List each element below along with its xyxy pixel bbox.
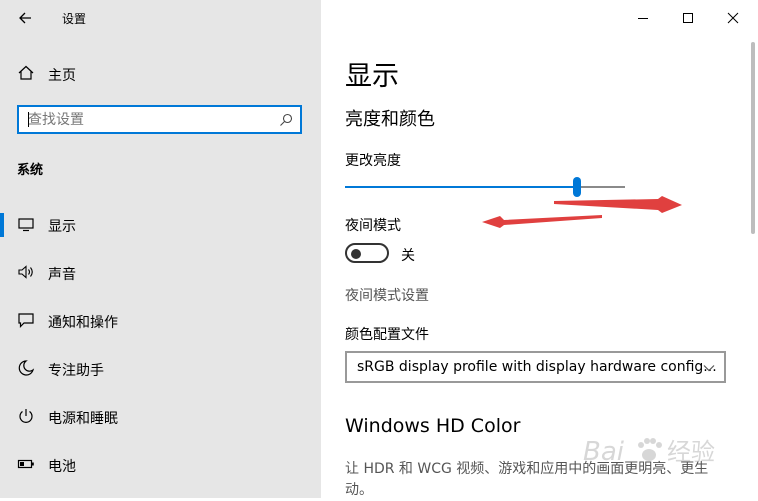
slider-fill: [345, 186, 577, 188]
sidebar: 设置 主页 系统 显示 声音 通知和操作: [0, 0, 321, 498]
slider-track: [577, 186, 625, 188]
night-mode-label: 夜间模式: [345, 218, 401, 234]
watermark-suffix: 经验: [667, 438, 715, 466]
section-title: 亮度和颜色: [345, 109, 435, 130]
close-button[interactable]: [723, 8, 743, 28]
back-button[interactable]: [16, 8, 36, 28]
text-caret: [28, 112, 29, 127]
monitor-icon: [18, 218, 34, 232]
toggle-state-label: 关: [401, 248, 415, 264]
maximize-button[interactable]: [678, 8, 698, 28]
sidebar-item-label: 主页: [48, 68, 76, 84]
annotation-arrows: [482, 196, 682, 228]
app-title: 设置: [62, 12, 87, 26]
moon-icon: [18, 360, 35, 376]
speaker-icon: [18, 265, 33, 279]
toggle-knob: [351, 249, 361, 259]
dropdown-selected-value: sRGB display profile with display hardwa…: [357, 359, 717, 375]
back-arrow-icon: [19, 12, 31, 24]
brightness-label: 更改亮度: [345, 153, 401, 169]
sidebar-item-focus-assist[interactable]: 专注助手: [0, 349, 321, 389]
sidebar-item-display[interactable]: 显示: [0, 205, 321, 245]
search-box[interactable]: [17, 105, 302, 134]
notification-icon: [18, 313, 34, 328]
night-mode-toggle[interactable]: [345, 243, 389, 263]
page-title: 显示: [345, 61, 399, 92]
sidebar-item-sound[interactable]: 声音: [0, 253, 321, 293]
scrollbar-thumb[interactable]: [751, 42, 755, 234]
home-icon: [18, 65, 34, 80]
minimize-icon: [638, 18, 648, 19]
search-icon[interactable]: [279, 113, 293, 127]
sidebar-item-battery[interactable]: 电池: [0, 445, 321, 485]
watermark-brand: Bai: [583, 437, 625, 467]
sidebar-item-label: 专注助手: [48, 363, 104, 379]
paw-icon: [638, 438, 662, 461]
search-input[interactable]: [19, 107, 268, 132]
sidebar-item-label: 声音: [48, 267, 76, 283]
power-icon: [19, 409, 33, 423]
chevron-down-icon: [703, 365, 715, 372]
sidebar-item-label: 通知和操作: [48, 315, 118, 331]
color-profile-label: 颜色配置文件: [345, 327, 429, 343]
baidu-watermark-logo: Bai 经验: [583, 437, 715, 467]
sidebar-item-label: 显示: [48, 219, 76, 235]
maximize-icon: [683, 13, 693, 23]
night-mode-settings-link[interactable]: 夜间模式设置: [345, 285, 429, 305]
sidebar-item-power[interactable]: 电源和睡眠: [0, 397, 321, 437]
sidebar-item-notifications[interactable]: 通知和操作: [0, 301, 321, 341]
sidebar-item-label: 电池: [48, 459, 76, 475]
hd-color-title: Windows HD Color: [345, 415, 521, 437]
section-heading: 系统: [17, 163, 44, 178]
color-profile-dropdown[interactable]: sRGB display profile with display hardwa…: [345, 351, 726, 383]
sidebar-item-label: 电源和睡眠: [48, 411, 118, 427]
minimize-button[interactable]: [633, 8, 653, 28]
sidebar-item-home[interactable]: 主页: [0, 54, 321, 94]
battery-icon: [17, 459, 34, 469]
close-icon: [727, 12, 739, 24]
